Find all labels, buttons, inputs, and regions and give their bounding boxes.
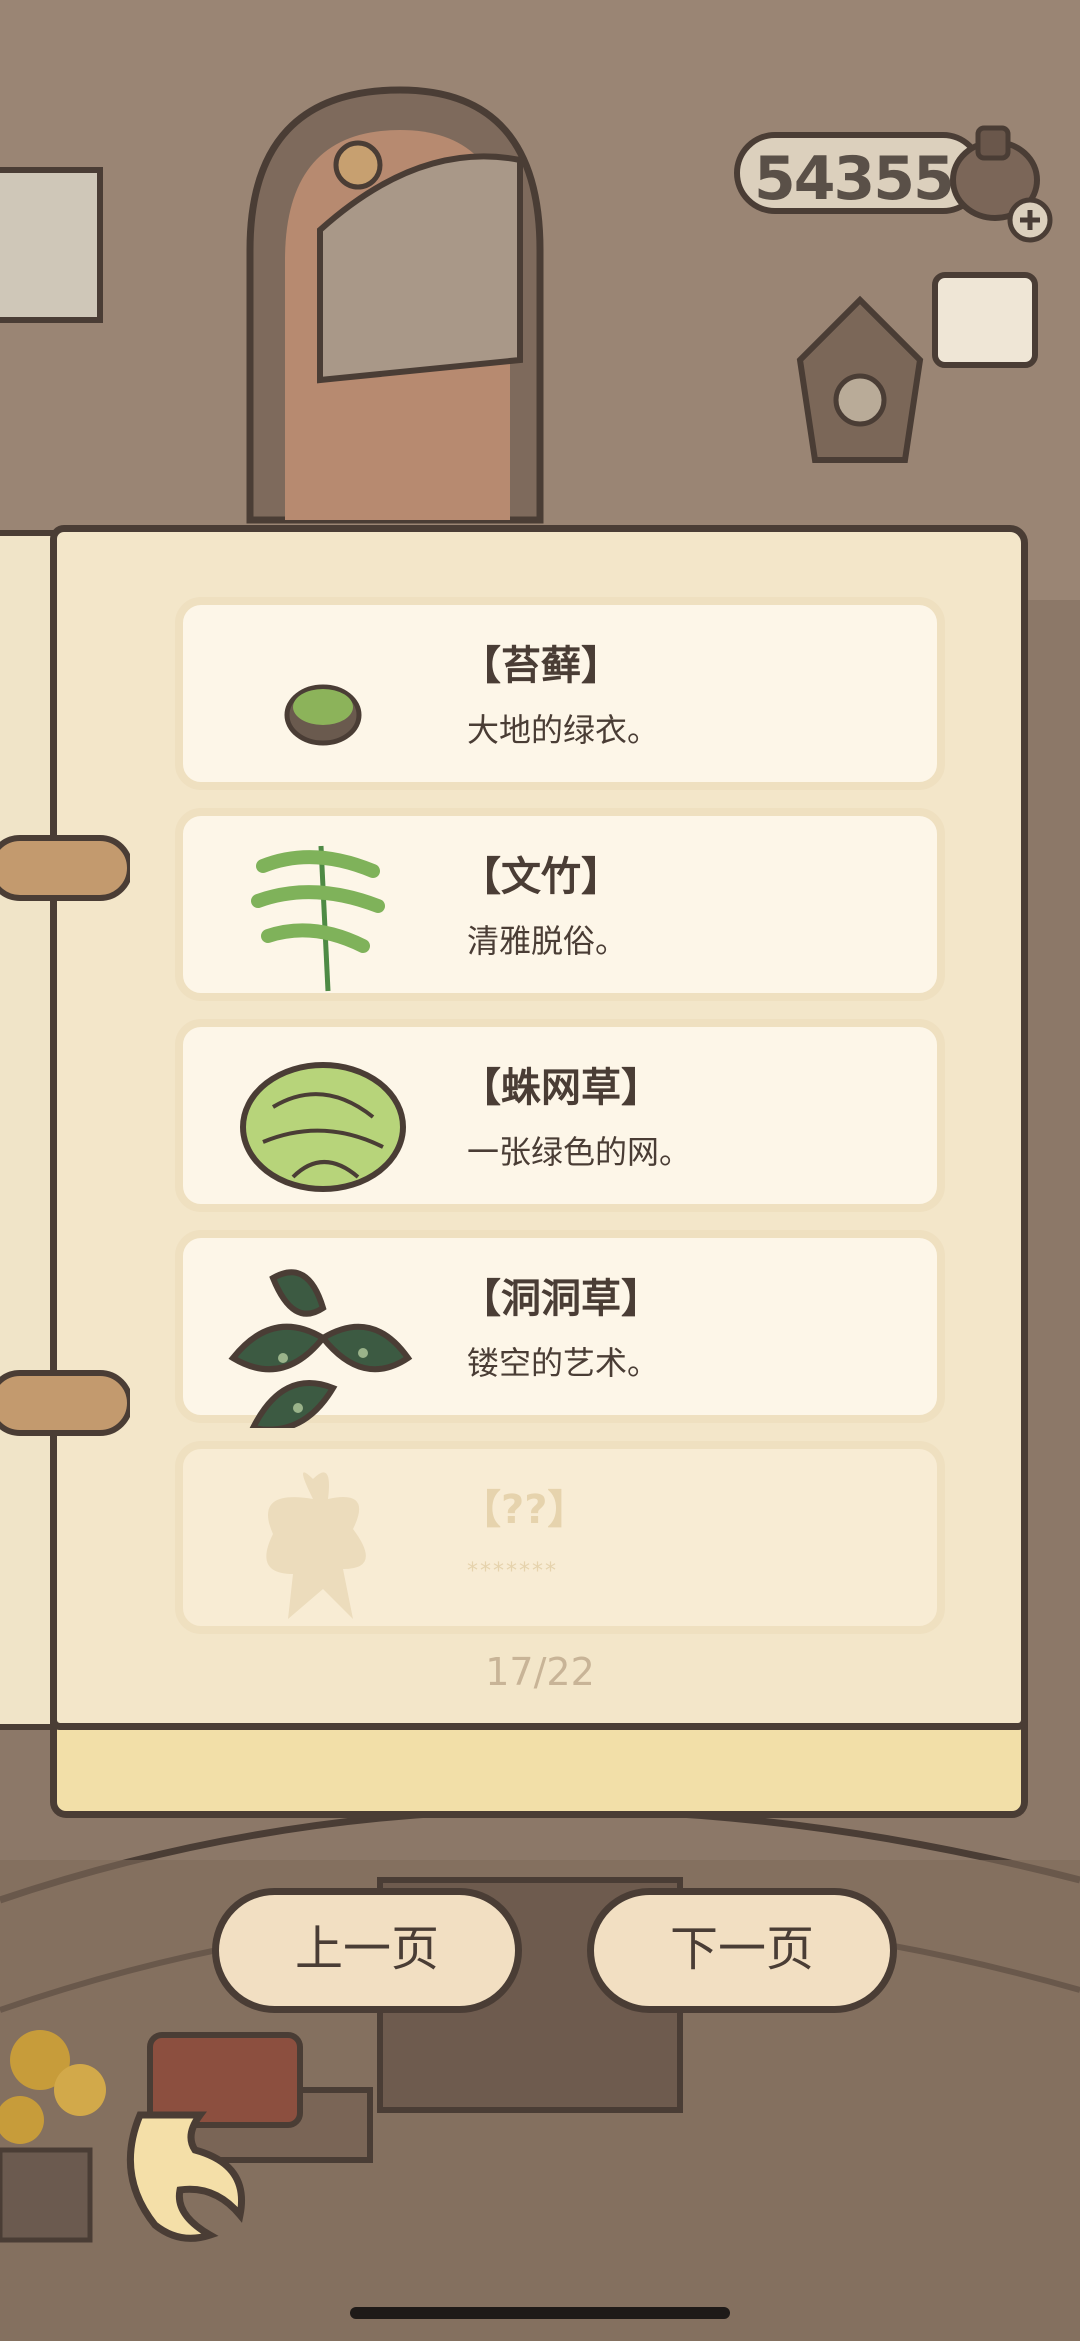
book-ring-icon (0, 835, 130, 901)
unknown-plant-icon (266, 1472, 366, 1619)
next-page-button[interactable]: 下一页 (587, 1888, 897, 2013)
home-indicator (350, 2307, 730, 2319)
moss-icon (284, 684, 362, 746)
entry-description: 镂空的艺术。 (467, 1344, 660, 1382)
catalog-entry-spider-plant[interactable]: 【蛛网草】 一张绿色的网。 (175, 1019, 945, 1212)
prev-page-button[interactable]: 上一页 (212, 1888, 522, 2013)
book-spine (50, 1718, 1028, 1818)
entry-title: 【洞洞草】 (461, 1276, 661, 1322)
catalog-entry-monstera[interactable]: 【洞洞草】 镂空的艺术。 (175, 1230, 945, 1428)
monstera-icon (228, 1269, 413, 1428)
entry-title: 【文竹】 (461, 854, 621, 900)
entry-title: 【??】 (461, 1487, 588, 1533)
entry-description: ******* (467, 1559, 558, 1584)
entry-description: 清雅脱俗。 (467, 922, 628, 960)
catalog-entry-moss[interactable]: 【苔藓】 大地的绿衣。 (175, 597, 945, 790)
back-icon[interactable] (100, 2095, 260, 2255)
add-clover-icon[interactable] (940, 110, 1060, 250)
catalog-entry-locked[interactable]: 【??】 ******* (175, 1441, 945, 1634)
entry-description: 大地的绿衣。 (467, 711, 660, 749)
book-ring-icon (0, 1370, 130, 1436)
spider-plant-icon (240, 1062, 406, 1192)
asparagus-fern-icon (251, 845, 385, 992)
entry-title: 【蛛网草】 (461, 1065, 661, 1111)
page-indicator: 17/22 (485, 1650, 595, 1694)
catalog-entry-fern[interactable]: 【文竹】 清雅脱俗。 (175, 808, 945, 1001)
game-scene: 543559 【苔藓】 大地的绿衣。 【文竹】 清雅脱俗。 【蛛网草】 一张绿色… (0, 0, 1080, 2341)
entry-description: 一张绿色的网。 (467, 1133, 692, 1171)
entry-title: 【苔藓】 (461, 643, 621, 689)
